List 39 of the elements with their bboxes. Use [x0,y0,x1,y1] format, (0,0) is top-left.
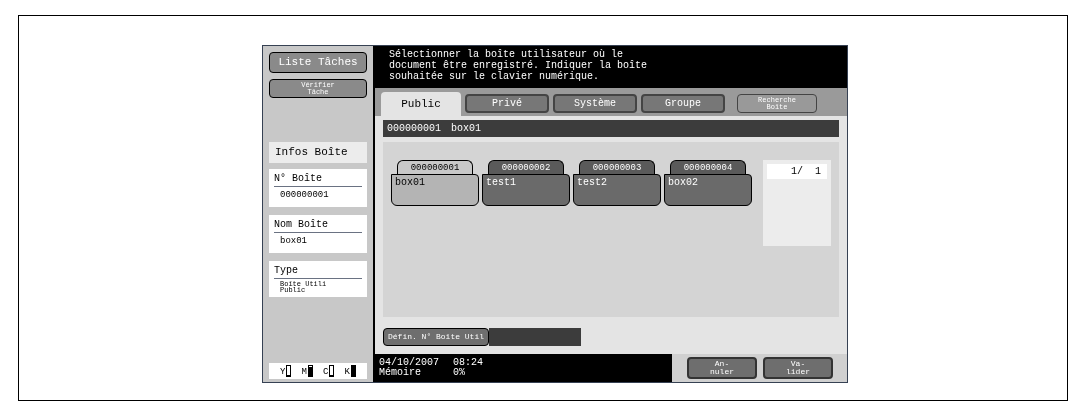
box-name: test2 [573,174,661,206]
field-label: Nom Boîte [274,216,362,233]
cancel-button[interactable]: An- nuler [687,357,757,379]
toner-label: C [323,367,329,377]
box-name: box01 [451,122,482,136]
box-number-tab: 000000002 [488,160,564,174]
memory-value: 0% [453,368,467,378]
page-indicator: 1/ 1 [767,164,827,179]
tab[interactable]: Système [553,94,637,113]
tab[interactable]: Groupe [641,94,725,113]
ok-button[interactable]: Va- lider [763,357,833,379]
toner-label: Y [280,367,286,377]
box-name: box01 [391,174,479,206]
box-name: box02 [664,174,752,206]
box-number-tab: 000000004 [670,160,746,174]
box-button[interactable]: 000000002 test1 [482,160,570,206]
box-number: 000000001 [387,122,441,136]
set-box-number-button[interactable]: Défin. N° Boîte Util [383,328,489,346]
box-number-tab: 000000003 [579,160,655,174]
tab[interactable]: Privé [465,94,549,113]
memory-label: Mémoire [379,368,422,378]
info-title: Infos Boîte [269,142,367,163]
tab[interactable]: Public [381,92,461,116]
message-banner: Sélectionner la boîte utilisateur où le document être enregistré. Indiquer la boîte souhaitée sur le clavier numérique. [375,46,847,88]
box-number-field[interactable] [489,328,581,346]
box-button[interactable]: 000000004 box02 [664,160,752,206]
field-value: box01 [279,234,308,248]
time-text: 08:24 [453,358,484,368]
toner-label: K [344,367,350,377]
field-value: 000000001 [279,188,330,202]
box-name: test1 [482,174,570,206]
box-number-tab: 000000001 [397,160,473,174]
box-button[interactable]: 000000001 box01 [391,160,479,206]
toner-label: M [301,367,307,377]
field-label: Type [274,262,362,279]
field-label: N° Boîte [274,170,362,187]
date-text: 04/10/2007 [379,358,439,368]
job-list-button[interactable]: Liste Tâches [269,52,367,73]
box-button[interactable]: 000000003 test2 [573,160,661,206]
